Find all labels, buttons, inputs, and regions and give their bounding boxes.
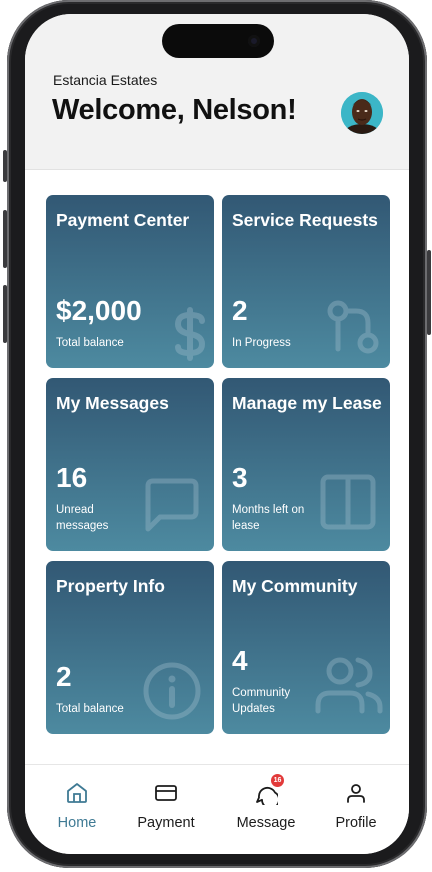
service-requests-card[interactable]: Service Requests 2 In Progress [222,195,390,368]
property-info-card[interactable]: Property Info 2 Total balance [46,561,214,734]
card-value: $2,000 [56,295,142,326]
bottom-tab-bar: Home Payment 16 Message Profile [25,764,409,854]
tab-label: Home [57,815,97,831]
tab-message[interactable]: 16 Message [226,774,306,831]
notification-badge: 16 [271,774,284,787]
credit-card-icon [155,785,177,801]
card-value: 2 [232,295,248,326]
phone-power-button [427,250,431,335]
tab-label: Profile [335,815,377,831]
property-name: Estancia Estates [53,72,158,88]
card-title: Service Requests [232,210,378,230]
card-value: 2 [56,661,72,692]
message-square-icon [145,478,199,532]
page-title: Welcome, Nelson! [52,94,297,126]
card-subtitle: Unread messages [56,504,109,532]
user-icon [347,784,365,803]
card-title: Property Info [56,576,165,596]
card-title: Payment Center [56,210,190,230]
phone-side-button [3,150,7,182]
card-title: My Community [232,576,358,596]
payment-center-card[interactable]: Payment Center $2,000 Total balance [46,195,214,368]
card-subtitle: Community Updates [232,687,291,715]
my-messages-card[interactable]: My Messages 16 Unread messages [46,378,214,551]
phone-volume-up [3,210,7,268]
tab-home[interactable]: Home [37,781,117,831]
card-value: 3 [232,462,248,493]
home-icon [67,783,87,803]
avatar[interactable] [341,92,383,134]
camera [248,35,260,47]
info-icon [143,662,201,720]
card-subtitle: Total balance [56,337,124,349]
card-value: 4 [232,645,248,676]
avatar-image [341,92,383,134]
dollar-icon [174,307,206,361]
users-icon [315,657,383,714]
card-subtitle: In Progress [232,337,291,349]
manage-lease-card[interactable]: Manage my Lease 3 Months left on lease [222,378,390,551]
dynamic-island [162,24,274,58]
my-community-card[interactable]: My Community 4 Community Updates [222,561,390,734]
tab-profile[interactable]: Profile [316,781,396,831]
tab-label: Message [236,815,296,831]
card-title: Manage my Lease [232,393,382,413]
card-title: My Messages [56,393,169,413]
card-subtitle: Months left on lease [232,504,305,532]
phone-volume-down [3,285,7,343]
tab-label: Payment [137,815,195,831]
columns-icon [320,474,376,530]
pull-request-icon [327,300,379,354]
app-screen: Estancia Estates Welcome, Nelson! Paymen… [25,14,409,854]
card-value: 16 [56,462,88,493]
tab-payment[interactable]: Payment [126,781,206,831]
card-subtitle: Total balance [56,703,124,715]
